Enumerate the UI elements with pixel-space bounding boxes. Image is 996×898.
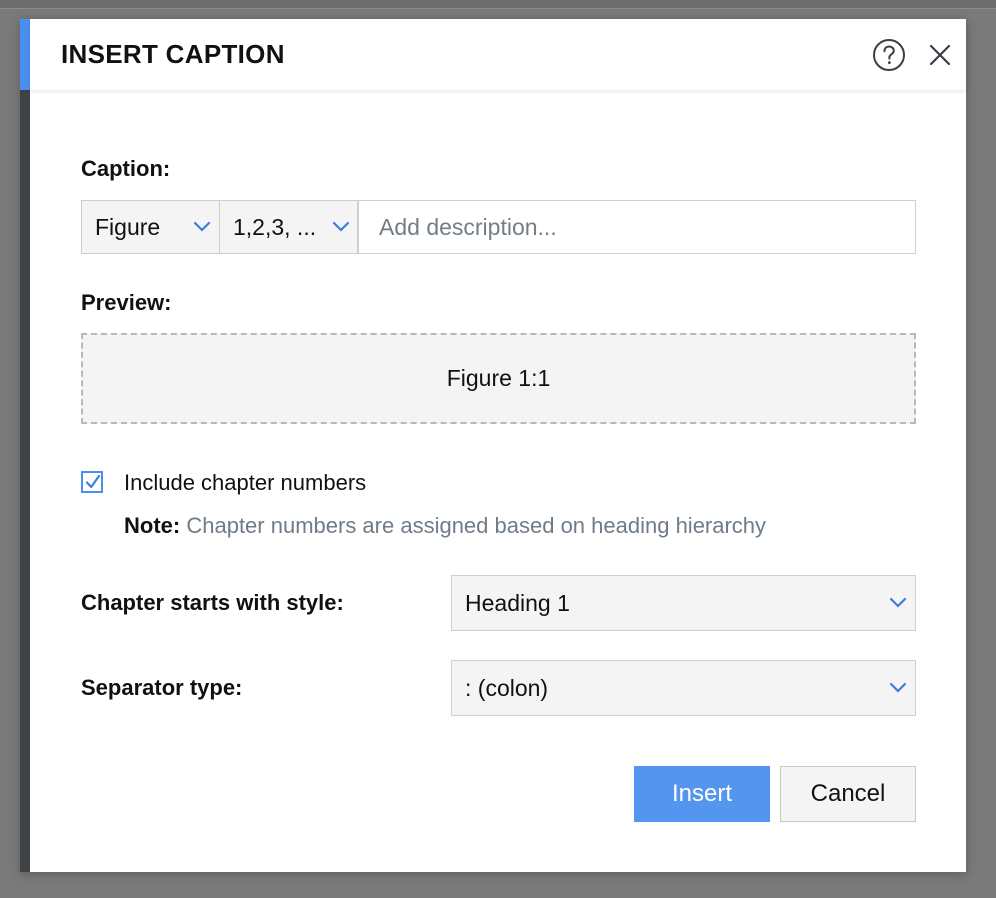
separator-type-value: : (colon) xyxy=(465,674,549,701)
note-text: Chapter numbers are assigned based on he… xyxy=(186,513,767,538)
chevron-down-icon xyxy=(889,597,907,608)
include-chapter-numbers-label[interactable]: Include chapter numbers xyxy=(124,470,366,496)
separator-type-label: Separator type: xyxy=(81,675,243,700)
dialog-header: INSERT CAPTION xyxy=(30,19,966,90)
caption-numbering-select[interactable]: 1,2,3, ... xyxy=(219,200,358,254)
chapter-numbers-note: Note: Chapter numbers are assigned based… xyxy=(124,513,766,539)
separator-type-select[interactable]: : (colon) xyxy=(451,660,916,716)
note-label: Note: xyxy=(124,513,181,538)
checkmark-icon xyxy=(85,474,101,489)
insert-button[interactable]: Insert xyxy=(634,766,770,822)
caption-label-select[interactable]: Figure xyxy=(81,200,220,254)
preview-label: Preview: xyxy=(81,290,172,315)
caption-preview-text: Figure 1:1 xyxy=(446,365,551,391)
chapter-style-value: Heading 1 xyxy=(465,589,570,616)
header-accent-bar xyxy=(20,19,30,90)
cancel-button[interactable]: Cancel xyxy=(780,766,916,822)
chevron-down-icon xyxy=(332,221,350,232)
dialog-title: INSERT CAPTION xyxy=(61,39,285,69)
backdrop xyxy=(0,0,996,9)
caption-label: Caption: xyxy=(81,156,171,181)
insert-caption-dialog: INSERT CAPTION Caption: Figure 1,2,3, ..… xyxy=(20,19,966,872)
close-icon[interactable] xyxy=(926,41,954,69)
chapter-style-select[interactable]: Heading 1 xyxy=(451,575,916,631)
caption-preview: Figure 1:1 xyxy=(81,333,916,424)
caption-label-value: Figure xyxy=(95,213,161,240)
dialog-left-rail xyxy=(20,19,30,872)
chevron-down-icon xyxy=(889,682,907,693)
chapter-style-label: Chapter starts with style: xyxy=(81,590,344,615)
chevron-down-icon xyxy=(193,221,211,232)
caption-description-input[interactable] xyxy=(358,200,916,254)
caption-numbering-value: 1,2,3, ... xyxy=(233,213,317,240)
include-chapter-numbers-checkbox[interactable] xyxy=(81,471,103,493)
help-circle-icon[interactable] xyxy=(872,38,906,72)
